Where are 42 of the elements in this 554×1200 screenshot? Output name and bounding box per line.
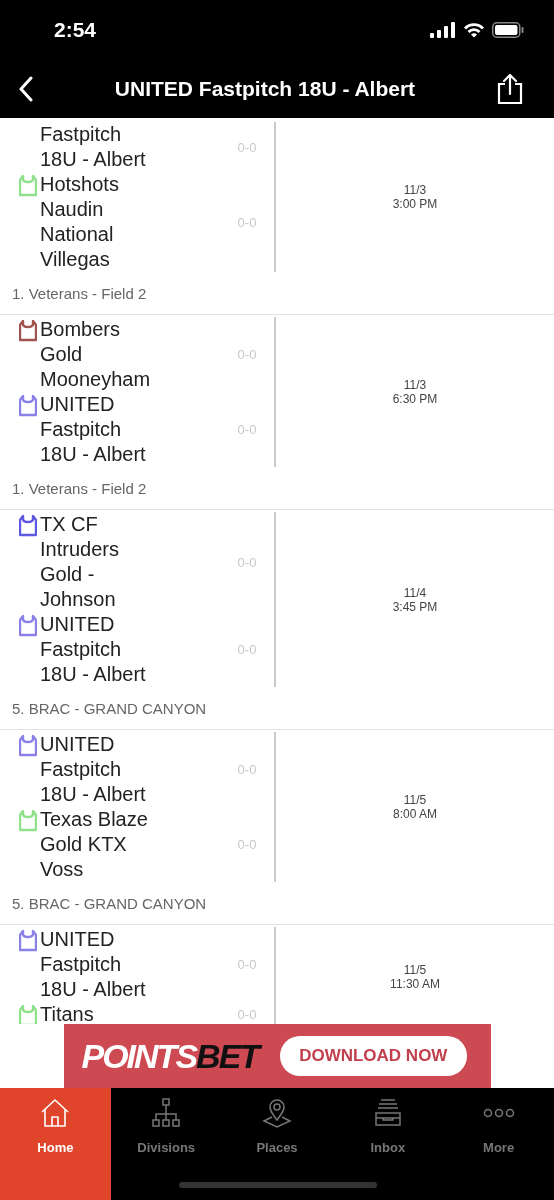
game-time: 3:00 PM	[392, 197, 438, 211]
home-icon	[40, 1098, 71, 1128]
share-icon[interactable]	[496, 73, 524, 105]
page-title: UNITED Fastpitch 18U - Albert	[113, 77, 417, 101]
team-name: UNITED Fastpitch 18U - Albert	[40, 927, 147, 1002]
wifi-icon	[463, 22, 485, 38]
team-name: Hotshots Naudin National Villegas	[40, 172, 120, 272]
tab[interactable]: More	[443, 1088, 554, 1200]
download-button[interactable]: DOWNLOAD NOW	[280, 1036, 467, 1076]
team-name: Bombers Gold Mooneyham	[40, 317, 152, 392]
team-name: UNITED Fastpitch 18U - Albert	[40, 392, 147, 467]
signal-icon	[430, 22, 456, 38]
map-pin-icon	[262, 1098, 292, 1128]
game-date: 11/3	[403, 378, 427, 392]
ad-banner[interactable]: POINTSBET DOWNLOAD NOW	[63, 1024, 491, 1088]
tab[interactable]: Home	[0, 1088, 111, 1200]
game-time: 3:45 PM	[392, 599, 438, 614]
tab[interactable]: Places	[221, 1088, 333, 1200]
game-date: 11/5	[403, 963, 427, 977]
game-date: 11/4	[403, 585, 427, 600]
tab[interactable]: Inbox	[332, 1088, 444, 1200]
inbox-tray-icon	[372, 1098, 403, 1128]
battery-icon	[492, 22, 524, 38]
game-location: 1. Veterans - Field 2	[11, 284, 148, 304]
hierarchy-icon	[151, 1098, 182, 1128]
team-name: Fastpitch 18U - Albert	[40, 122, 147, 172]
game-date: 11/5	[403, 793, 427, 807]
game-location: 1. Veterans - Field 2	[11, 479, 148, 499]
team-name: UNITED Fastpitch 18U - Albert	[40, 612, 147, 687]
team-name: TX CF Intruders Gold - Johnson	[40, 512, 120, 612]
game-time: 11:30 AM	[390, 977, 440, 991]
game-time: 6:30 PM	[392, 392, 438, 406]
team-name: UNITED Fastpitch 18U - Albert	[40, 732, 147, 807]
game-location: 5. BRAC - GRAND CANYON	[11, 894, 208, 914]
game-location: 5. BRAC - GRAND CANYON	[11, 699, 208, 719]
team-name: Texas Blaze Gold KTX Voss	[40, 807, 149, 882]
team-name: Titans	[40, 1002, 95, 1024]
game-date: 11/3	[403, 183, 427, 197]
tab[interactable]: Divisions	[110, 1088, 222, 1200]
status-time: 2:54	[54, 18, 97, 42]
game-time: 8:00 AM	[393, 807, 437, 821]
back-icon[interactable]	[18, 76, 34, 102]
